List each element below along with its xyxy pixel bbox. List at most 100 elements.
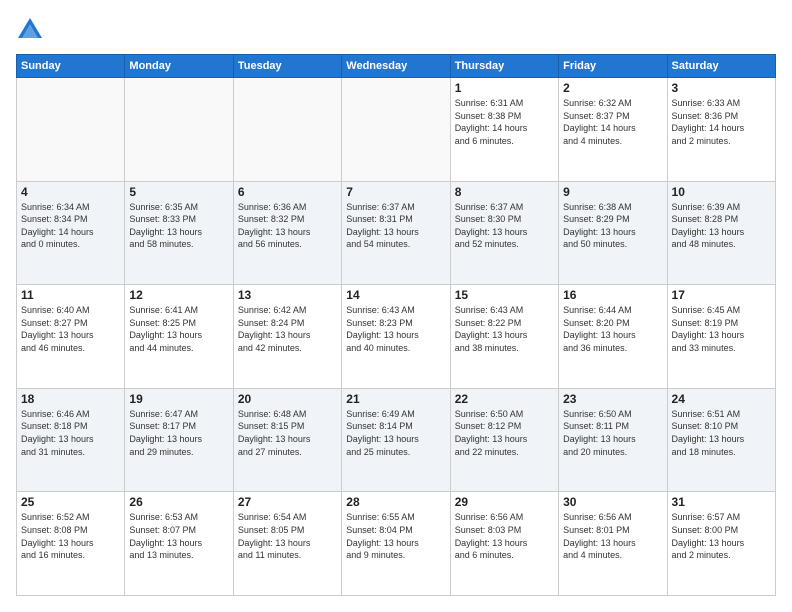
calendar-cell: 6Sunrise: 6:36 AM Sunset: 8:32 PM Daylig… bbox=[233, 181, 341, 285]
day-number: 11 bbox=[21, 288, 120, 302]
day-info: Sunrise: 6:52 AM Sunset: 8:08 PM Dayligh… bbox=[21, 511, 120, 561]
calendar-cell bbox=[125, 78, 233, 182]
calendar-cell: 13 Sunrise: 6:42 AM Sunset: 8:24 PM Dayli… bbox=[233, 285, 341, 389]
calendar-cell: 26Sunrise: 6:53 AM Sunset: 8:07 PM Dayli… bbox=[125, 492, 233, 596]
calendar-cell: 29Sunrise: 6:56 AM Sunset: 8:03 PM Dayli… bbox=[450, 492, 558, 596]
day-number: 1 bbox=[455, 81, 554, 95]
calendar-cell bbox=[233, 78, 341, 182]
day-info: Sunrise: 6:32 AM Sunset: 8:37 PM Dayligh… bbox=[563, 97, 662, 147]
day-info: Sunrise: 6:34 AM Sunset: 8:34 PM Dayligh… bbox=[21, 201, 120, 251]
calendar-cell bbox=[342, 78, 450, 182]
day-number: 22 bbox=[455, 392, 554, 406]
calendar-cell: 1 Sunrise: 6:31 AM Sunset: 8:38 PM Daylig… bbox=[450, 78, 558, 182]
calendar-table: SundayMondayTuesdayWednesdayThursdayFrid… bbox=[16, 54, 776, 596]
logo-icon bbox=[16, 16, 44, 44]
day-info: Sunrise: 6:41 AM Sunset: 8:25 PM Dayligh… bbox=[129, 304, 228, 354]
page: SundayMondayTuesdayWednesdayThursdayFrid… bbox=[0, 0, 792, 612]
day-number: 21 bbox=[346, 392, 445, 406]
day-number: 28 bbox=[346, 495, 445, 509]
calendar-cell: 20 Sunrise: 6:48 AM Sunset: 8:15 PM Dayli… bbox=[233, 388, 341, 492]
calendar-cell: 31 Sunrise: 6:57 AM Sunset: 8:00 PM Dayli… bbox=[667, 492, 775, 596]
day-info: Sunrise: 6:48 AM Sunset: 8:15 PM Dayligh… bbox=[238, 408, 337, 458]
day-info: Sunrise: 6:53 AM Sunset: 8:07 PM Dayligh… bbox=[129, 511, 228, 561]
calendar-cell: 14 Sunrise: 6:43 AM Sunset: 8:23 PM Dayli… bbox=[342, 285, 450, 389]
day-info: Sunrise: 6:46 AM Sunset: 8:18 PM Dayligh… bbox=[21, 408, 120, 458]
calendar-cell: 10Sunrise: 6:39 AM Sunset: 8:28 PM Dayli… bbox=[667, 181, 775, 285]
day-number: 17 bbox=[672, 288, 771, 302]
day-number: 12 bbox=[129, 288, 228, 302]
day-number: 15 bbox=[455, 288, 554, 302]
calendar-row-0: 1 Sunrise: 6:31 AM Sunset: 8:38 PM Daylig… bbox=[17, 78, 776, 182]
day-info: Sunrise: 6:31 AM Sunset: 8:38 PM Dayligh… bbox=[455, 97, 554, 147]
day-number: 10 bbox=[672, 185, 771, 199]
day-info: Sunrise: 6:50 AM Sunset: 8:12 PM Dayligh… bbox=[455, 408, 554, 458]
day-info: Sunrise: 6:54 AM Sunset: 8:05 PM Dayligh… bbox=[238, 511, 337, 561]
day-number: 2 bbox=[563, 81, 662, 95]
calendar-cell: 28 Sunrise: 6:55 AM Sunset: 8:04 PM Dayli… bbox=[342, 492, 450, 596]
weekday-header-monday: Monday bbox=[125, 55, 233, 78]
day-number: 16 bbox=[563, 288, 662, 302]
day-number: 3 bbox=[672, 81, 771, 95]
weekday-header-wednesday: Wednesday bbox=[342, 55, 450, 78]
day-number: 9 bbox=[563, 185, 662, 199]
calendar-cell: 8 Sunrise: 6:37 AM Sunset: 8:30 PM Daylig… bbox=[450, 181, 558, 285]
weekday-header-tuesday: Tuesday bbox=[233, 55, 341, 78]
day-info: Sunrise: 6:42 AM Sunset: 8:24 PM Dayligh… bbox=[238, 304, 337, 354]
day-number: 5 bbox=[129, 185, 228, 199]
calendar-cell: 27 Sunrise: 6:54 AM Sunset: 8:05 PM Dayli… bbox=[233, 492, 341, 596]
day-info: Sunrise: 6:56 AM Sunset: 8:03 PM Dayligh… bbox=[455, 511, 554, 561]
calendar-cell: 12 Sunrise: 6:41 AM Sunset: 8:25 PM Dayli… bbox=[125, 285, 233, 389]
day-info: Sunrise: 6:49 AM Sunset: 8:14 PM Dayligh… bbox=[346, 408, 445, 458]
day-number: 31 bbox=[672, 495, 771, 509]
day-info: Sunrise: 6:38 AM Sunset: 8:29 PM Dayligh… bbox=[563, 201, 662, 251]
weekday-header-thursday: Thursday bbox=[450, 55, 558, 78]
day-number: 19 bbox=[129, 392, 228, 406]
calendar-cell: 23 Sunrise: 6:50 AM Sunset: 8:11 PM Dayli… bbox=[559, 388, 667, 492]
day-number: 30 bbox=[563, 495, 662, 509]
weekday-header-friday: Friday bbox=[559, 55, 667, 78]
calendar-row-1: 4 Sunrise: 6:34 AM Sunset: 8:34 PM Daylig… bbox=[17, 181, 776, 285]
day-number: 23 bbox=[563, 392, 662, 406]
day-number: 4 bbox=[21, 185, 120, 199]
calendar-cell: 18 Sunrise: 6:46 AM Sunset: 8:18 PM Dayli… bbox=[17, 388, 125, 492]
day-info: Sunrise: 6:36 AM Sunset: 8:32 PM Dayligh… bbox=[238, 201, 337, 251]
calendar-cell: 17 Sunrise: 6:45 AM Sunset: 8:19 PM Dayli… bbox=[667, 285, 775, 389]
day-number: 18 bbox=[21, 392, 120, 406]
calendar-cell: 5Sunrise: 6:35 AM Sunset: 8:33 PM Daylig… bbox=[125, 181, 233, 285]
calendar-cell: 4 Sunrise: 6:34 AM Sunset: 8:34 PM Daylig… bbox=[17, 181, 125, 285]
day-info: Sunrise: 6:55 AM Sunset: 8:04 PM Dayligh… bbox=[346, 511, 445, 561]
day-info: Sunrise: 6:56 AM Sunset: 8:01 PM Dayligh… bbox=[563, 511, 662, 561]
day-info: Sunrise: 6:50 AM Sunset: 8:11 PM Dayligh… bbox=[563, 408, 662, 458]
calendar-cell: 19 Sunrise: 6:47 AM Sunset: 8:17 PM Dayli… bbox=[125, 388, 233, 492]
calendar-cell bbox=[17, 78, 125, 182]
day-info: Sunrise: 6:33 AM Sunset: 8:36 PM Dayligh… bbox=[672, 97, 771, 147]
day-info: Sunrise: 6:37 AM Sunset: 8:31 PM Dayligh… bbox=[346, 201, 445, 251]
calendar-cell: 2 Sunrise: 6:32 AM Sunset: 8:37 PM Daylig… bbox=[559, 78, 667, 182]
day-number: 14 bbox=[346, 288, 445, 302]
day-number: 8 bbox=[455, 185, 554, 199]
weekday-header-saturday: Saturday bbox=[667, 55, 775, 78]
calendar-cell: 25Sunrise: 6:52 AM Sunset: 8:08 PM Dayli… bbox=[17, 492, 125, 596]
day-number: 13 bbox=[238, 288, 337, 302]
calendar-cell: 7 Sunrise: 6:37 AM Sunset: 8:31 PM Daylig… bbox=[342, 181, 450, 285]
day-number: 20 bbox=[238, 392, 337, 406]
day-info: Sunrise: 6:37 AM Sunset: 8:30 PM Dayligh… bbox=[455, 201, 554, 251]
day-info: Sunrise: 6:47 AM Sunset: 8:17 PM Dayligh… bbox=[129, 408, 228, 458]
day-info: Sunrise: 6:51 AM Sunset: 8:10 PM Dayligh… bbox=[672, 408, 771, 458]
day-info: Sunrise: 6:43 AM Sunset: 8:23 PM Dayligh… bbox=[346, 304, 445, 354]
calendar-cell: 3 Sunrise: 6:33 AM Sunset: 8:36 PM Daylig… bbox=[667, 78, 775, 182]
day-info: Sunrise: 6:57 AM Sunset: 8:00 PM Dayligh… bbox=[672, 511, 771, 561]
day-number: 7 bbox=[346, 185, 445, 199]
calendar-cell: 9 Sunrise: 6:38 AM Sunset: 8:29 PM Daylig… bbox=[559, 181, 667, 285]
weekday-header-sunday: Sunday bbox=[17, 55, 125, 78]
day-info: Sunrise: 6:45 AM Sunset: 8:19 PM Dayligh… bbox=[672, 304, 771, 354]
header bbox=[16, 16, 776, 44]
calendar-cell: 24 Sunrise: 6:51 AM Sunset: 8:10 PM Dayli… bbox=[667, 388, 775, 492]
day-number: 27 bbox=[238, 495, 337, 509]
day-info: Sunrise: 6:43 AM Sunset: 8:22 PM Dayligh… bbox=[455, 304, 554, 354]
calendar-header-row: SundayMondayTuesdayWednesdayThursdayFrid… bbox=[17, 55, 776, 78]
calendar-cell: 11Sunrise: 6:40 AM Sunset: 8:27 PM Dayli… bbox=[17, 285, 125, 389]
calendar-cell: 30 Sunrise: 6:56 AM Sunset: 8:01 PM Dayli… bbox=[559, 492, 667, 596]
day-number: 24 bbox=[672, 392, 771, 406]
calendar-cell: 21 Sunrise: 6:49 AM Sunset: 8:14 PM Dayli… bbox=[342, 388, 450, 492]
